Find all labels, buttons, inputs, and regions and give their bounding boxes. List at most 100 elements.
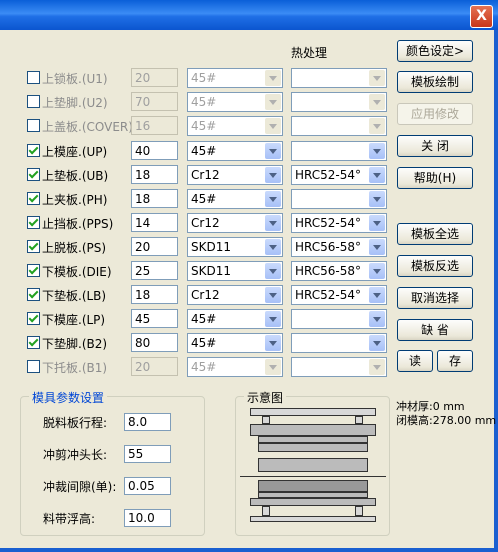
close-window-button[interactable]: X: [470, 5, 493, 28]
clearance-input[interactable]: 0.05: [124, 477, 171, 495]
material-select[interactable]: 45#: [187, 333, 283, 353]
plate-thickness-input[interactable]: 18: [131, 285, 178, 304]
heat-treatment-select[interactable]: [291, 357, 387, 377]
plate-row: 下模板.(DIE) 25 SKD11 HRC56-58°: [0, 261, 392, 281]
chevron-down-icon[interactable]: [369, 311, 385, 327]
plate-checkbox[interactable]: [27, 240, 40, 253]
plate-checkbox[interactable]: [27, 71, 40, 84]
plate-thickness-input[interactable]: 45: [131, 309, 178, 328]
material-select[interactable]: Cr12: [187, 165, 283, 185]
heat-treatment-select[interactable]: [291, 116, 387, 136]
chevron-down-icon[interactable]: [369, 118, 385, 134]
material-select[interactable]: 45#: [187, 357, 283, 377]
material-select[interactable]: 45#: [187, 92, 283, 112]
heat-treatment-select[interactable]: [291, 333, 387, 353]
plate-thickness-input[interactable]: 16: [131, 116, 178, 135]
chevron-down-icon[interactable]: [369, 167, 385, 183]
chevron-down-icon[interactable]: [265, 359, 281, 375]
chevron-down-icon[interactable]: [369, 359, 385, 375]
color-settings-button[interactable]: 颜色设定>: [397, 40, 473, 62]
chevron-down-icon[interactable]: [265, 263, 281, 279]
punch-length-input[interactable]: 55: [124, 445, 171, 463]
plate-name-label: 下垫板.(LB): [42, 289, 107, 303]
chevron-down-icon[interactable]: [265, 215, 281, 231]
heat-treatment-select[interactable]: HRC56-58°: [291, 237, 387, 257]
plate-row: 止挡板.(PPS) 14 Cr12 HRC52-54°: [0, 213, 392, 233]
material-value: 45#: [191, 360, 217, 374]
plate-checkbox[interactable]: [27, 360, 40, 373]
chevron-down-icon[interactable]: [265, 70, 281, 86]
diagram-upper-spacer-left: [262, 416, 270, 424]
default-button[interactable]: 缺 省: [397, 319, 473, 341]
heat-treatment-select[interactable]: HRC52-54°: [291, 285, 387, 305]
heat-treatment-select[interactable]: HRC56-58°: [291, 261, 387, 281]
read-button[interactable]: 读: [397, 350, 433, 372]
stripper-travel-input[interactable]: 8.0: [124, 413, 171, 431]
save-button[interactable]: 存: [437, 350, 473, 372]
chevron-down-icon[interactable]: [369, 191, 385, 207]
plate-thickness-input[interactable]: 18: [131, 189, 178, 208]
material-select[interactable]: Cr12: [187, 213, 283, 233]
chevron-down-icon[interactable]: [265, 335, 281, 351]
material-select[interactable]: 45#: [187, 116, 283, 136]
heat-treatment-select[interactable]: [291, 141, 387, 161]
plate-thickness-input[interactable]: 25: [131, 261, 178, 280]
chevron-down-icon[interactable]: [265, 191, 281, 207]
plate-thickness-input[interactable]: 20: [131, 237, 178, 256]
material-select[interactable]: 45#: [187, 309, 283, 329]
select-all-plates-button[interactable]: 模板全选: [397, 223, 473, 245]
plate-thickness-input[interactable]: 70: [131, 92, 178, 111]
plate-checkbox[interactable]: [27, 95, 40, 108]
apply-changes-button[interactable]: 应用修改: [397, 103, 473, 125]
chevron-down-icon[interactable]: [265, 94, 281, 110]
strip-lift-input[interactable]: 10.0: [124, 509, 171, 527]
heat-treatment-select[interactable]: HRC52-54°: [291, 213, 387, 233]
plate-thickness-input[interactable]: 18: [131, 165, 178, 184]
material-select[interactable]: SKD11: [187, 237, 283, 257]
plate-thickness-input[interactable]: 80: [131, 333, 178, 352]
material-select[interactable]: SKD11: [187, 261, 283, 281]
heat-treatment-select[interactable]: [291, 68, 387, 88]
plate-checkbox[interactable]: [27, 312, 40, 325]
plate-checkbox[interactable]: [27, 264, 40, 277]
help-button[interactable]: 帮助(H): [397, 167, 473, 189]
chevron-down-icon[interactable]: [369, 239, 385, 255]
plate-thickness-input[interactable]: 14: [131, 213, 178, 232]
plate-checkbox[interactable]: [27, 216, 40, 229]
close-button[interactable]: 关 闭: [397, 135, 473, 157]
chevron-down-icon[interactable]: [265, 239, 281, 255]
heat-treatment-select[interactable]: [291, 189, 387, 209]
plate-checkbox[interactable]: [27, 168, 40, 181]
chevron-down-icon[interactable]: [369, 263, 385, 279]
plate-name-label: 下模座.(LP): [42, 313, 106, 327]
heat-treatment-select[interactable]: [291, 309, 387, 329]
chevron-down-icon[interactable]: [369, 94, 385, 110]
heat-treatment-select[interactable]: [291, 92, 387, 112]
draw-plates-button[interactable]: 模板绘制: [397, 71, 473, 93]
heat-treatment-select[interactable]: HRC52-54°: [291, 165, 387, 185]
material-select[interactable]: 45#: [187, 189, 283, 209]
plate-checkbox[interactable]: [27, 288, 40, 301]
chevron-down-icon[interactable]: [265, 287, 281, 303]
chevron-down-icon[interactable]: [369, 70, 385, 86]
chevron-down-icon[interactable]: [265, 143, 281, 159]
chevron-down-icon[interactable]: [369, 335, 385, 351]
chevron-down-icon[interactable]: [265, 311, 281, 327]
plate-checkbox[interactable]: [27, 119, 40, 132]
plate-thickness-input[interactable]: 20: [131, 68, 178, 87]
chevron-down-icon[interactable]: [265, 167, 281, 183]
plate-thickness-input[interactable]: 40: [131, 141, 178, 160]
chevron-down-icon[interactable]: [265, 118, 281, 134]
deselect-button[interactable]: 取消选择: [397, 287, 473, 309]
invert-selection-button[interactable]: 模板反选: [397, 255, 473, 277]
material-select[interactable]: 45#: [187, 68, 283, 88]
plate-thickness-input[interactable]: 20: [131, 357, 178, 376]
material-select[interactable]: Cr12: [187, 285, 283, 305]
plate-checkbox[interactable]: [27, 192, 40, 205]
chevron-down-icon[interactable]: [369, 287, 385, 303]
plate-checkbox[interactable]: [27, 336, 40, 349]
plate-checkbox[interactable]: [27, 144, 40, 157]
material-select[interactable]: 45#: [187, 141, 283, 161]
chevron-down-icon[interactable]: [369, 143, 385, 159]
chevron-down-icon[interactable]: [369, 215, 385, 231]
